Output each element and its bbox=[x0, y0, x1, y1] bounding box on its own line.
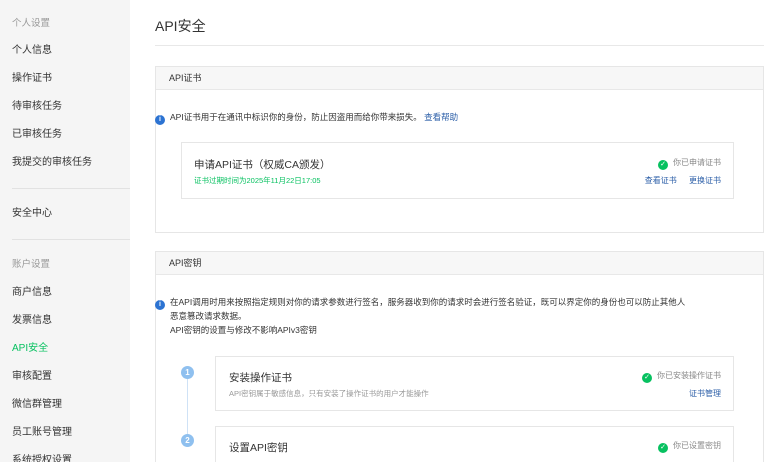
key-info-line3: API密钥的设置与修改不影响APIv3密钥 bbox=[170, 325, 317, 335]
page: 个人设置 个人信息 操作证书 待审核任务 已审核任务 我提交的审核任务 安全中心… bbox=[0, 0, 764, 462]
step-1-status-text: 你已安装操作证书 bbox=[657, 371, 721, 380]
main-content: API安全 API证书 i API证书用于在通讯中标识你的身份，防止因盗用而给你带… bbox=[130, 0, 764, 462]
step-1-title: 安装操作证书 bbox=[229, 372, 292, 384]
sidebar-item-invoice-info[interactable]: 发票信息 bbox=[12, 314, 52, 328]
cert-status-text: 你已申请证书 bbox=[673, 158, 721, 167]
step-1-actions: 证书管理 bbox=[679, 388, 721, 399]
sidebar-group-account: 账户设置 bbox=[12, 259, 51, 270]
sidebar-item-my-submitted[interactable]: 我提交的审核任务 bbox=[12, 156, 92, 170]
info-icon: i bbox=[155, 115, 165, 125]
sidebar-item-staff-accounts[interactable]: 员工账号管理 bbox=[12, 426, 72, 440]
step-1-status: ✓ 你已安装操作证书 bbox=[642, 370, 721, 383]
step-1-desc: API密钥属于敏感信息，只有安装了操作证书的用户才能操作 bbox=[229, 389, 429, 398]
sidebar-item-wechat-group[interactable]: 微信群管理 bbox=[12, 398, 62, 412]
cert-card-title: 申请API证书（权威CA颁发） bbox=[194, 159, 331, 171]
key-info-line2: 恶意篡改请求数据。 bbox=[170, 311, 247, 321]
sidebar-divider bbox=[12, 239, 130, 240]
sidebar-item-operation-cert[interactable]: 操作证书 bbox=[12, 72, 52, 86]
sidebar-group-personal: 个人设置 bbox=[12, 18, 51, 29]
cert-actions: 查看证书 更换证书 bbox=[635, 175, 721, 186]
sidebar-item-system-auth[interactable]: 系统授权设置 bbox=[12, 454, 72, 462]
cert-info-text: API证书用于在通讯中标识你的身份，防止因盗用而给你带来损失。 bbox=[170, 112, 422, 122]
cert-status: ✓ 你已申请证书 bbox=[658, 157, 721, 170]
sidebar-item-personal-info[interactable]: 个人信息 bbox=[12, 44, 52, 58]
key-info-line1: 在API调用时用来按照指定规则对你的请求参数进行签名，服务器收到你的请求时会进行… bbox=[170, 297, 686, 307]
sidebar: 个人设置 个人信息 操作证书 待审核任务 已审核任务 我提交的审核任务 安全中心… bbox=[0, 0, 130, 462]
step-connector bbox=[187, 376, 188, 434]
replace-cert-link[interactable]: 更换证书 bbox=[689, 176, 721, 185]
info-icon: i bbox=[155, 300, 165, 310]
check-circle-icon: ✓ bbox=[642, 373, 652, 383]
step-2-badge: 2 bbox=[181, 434, 194, 447]
step-2-card: 设置API密钥 ✓ 你已设置密钥 bbox=[215, 426, 734, 462]
step-1-card: 安装操作证书 API密钥属于敏感信息，只有安装了操作证书的用户才能操作 ✓ 你已安… bbox=[215, 356, 734, 411]
step-2-status: ✓ 你已设置密钥 bbox=[658, 440, 721, 453]
check-circle-icon: ✓ bbox=[658, 443, 668, 453]
sidebar-item-security-center[interactable]: 安全中心 bbox=[12, 207, 52, 221]
key-info: i 在API调用时用来按照指定规则对你的请求参数进行签名，服务器收到你的请求时会进… bbox=[155, 296, 685, 310]
title-divider bbox=[155, 45, 764, 46]
page-title: API安全 bbox=[155, 18, 206, 34]
sidebar-item-review-config[interactable]: 审核配置 bbox=[12, 370, 52, 384]
step-2-title: 设置API密钥 bbox=[229, 442, 288, 454]
view-help-link[interactable]: 查看帮助 bbox=[424, 112, 458, 122]
sidebar-item-merchant-info[interactable]: 商户信息 bbox=[12, 286, 52, 300]
sidebar-item-pending-review[interactable]: 待审核任务 bbox=[12, 100, 62, 114]
step-1-badge: 1 bbox=[181, 366, 194, 379]
sidebar-divider bbox=[12, 188, 130, 189]
sidebar-item-reviewed[interactable]: 已审核任务 bbox=[12, 128, 62, 142]
cert-manage-link[interactable]: 证书管理 bbox=[689, 389, 721, 398]
cert-info: i API证书用于在通讯中标识你的身份，防止因盗用而给你带来损失。 查看帮助 bbox=[155, 111, 458, 125]
cert-expiry: 证书过期时间为2025年11月22日17:05 bbox=[194, 176, 321, 185]
cert-section-header: API证书 bbox=[156, 67, 763, 90]
key-section-header: API密钥 bbox=[156, 252, 763, 275]
check-circle-icon: ✓ bbox=[658, 160, 668, 170]
view-cert-link[interactable]: 查看证书 bbox=[645, 176, 677, 185]
step-2-status-text: 你已设置密钥 bbox=[673, 441, 721, 450]
sidebar-item-api-security[interactable]: API安全 bbox=[12, 342, 48, 356]
cert-card: 申请API证书（权威CA颁发） 证书过期时间为2025年11月22日17:05 … bbox=[181, 142, 734, 199]
